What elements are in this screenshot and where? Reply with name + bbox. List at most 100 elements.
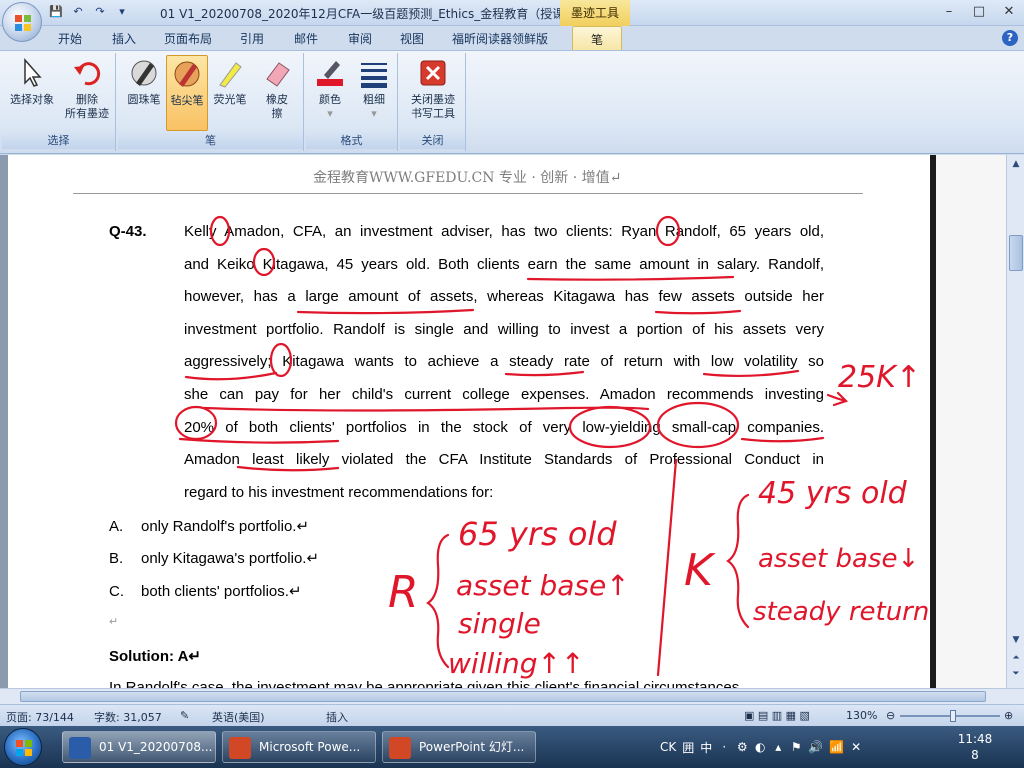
settings-icon[interactable]: ⚙ bbox=[736, 740, 748, 754]
ink-thickness-button[interactable]: 粗细 ▾ bbox=[354, 55, 394, 131]
network-error-icon[interactable]: ✕ bbox=[850, 740, 862, 754]
header-divider bbox=[73, 193, 863, 194]
ink-r-item: single bbox=[458, 607, 541, 640]
group-pens: 圆珠笔 毡尖笔 荧光笔 橡皮 擦 笔 bbox=[118, 53, 304, 151]
felt-tip-pen-button[interactable]: 毡尖笔 bbox=[166, 55, 208, 131]
option-c: C. both clients' portfolios.↵ bbox=[109, 583, 302, 600]
tab-view[interactable]: 视图 bbox=[400, 30, 424, 47]
previous-page-icon[interactable]: ⏶ bbox=[1009, 651, 1023, 665]
minimize-button[interactable]: – bbox=[934, 0, 964, 22]
tab-mailings[interactable]: 邮件 bbox=[294, 30, 318, 47]
ink-underline bbox=[740, 436, 825, 443]
ink-r-item: willing↑↑ bbox=[448, 647, 584, 680]
ink-brace bbox=[426, 533, 450, 669]
ime-language-icon[interactable]: 中 bbox=[700, 739, 712, 756]
page-count[interactable]: 页面: 73/144 bbox=[6, 709, 74, 725]
horizontal-scrollbar[interactable] bbox=[0, 688, 1024, 704]
tab-insert[interactable]: 插入 bbox=[112, 30, 136, 47]
undo-icon[interactable]: ↶ bbox=[70, 4, 86, 20]
ime-icon[interactable]: 囲 bbox=[682, 739, 694, 756]
ballpoint-pen-icon bbox=[131, 60, 157, 86]
office-button[interactable] bbox=[2, 2, 42, 42]
scroll-down-icon[interactable]: ▼ bbox=[1009, 633, 1023, 647]
page-header: 金程教育WWW.GFEDU.CN 专业 · 创新 · 增值↵ bbox=[313, 170, 622, 186]
close-ink-tools-button[interactable]: 关闭墨迹 书写工具 bbox=[404, 55, 462, 131]
tab-references[interactable]: 引用 bbox=[240, 30, 264, 47]
network-icon[interactable]: 📶 bbox=[829, 740, 844, 754]
slideshow-icon bbox=[389, 737, 411, 759]
question-line: regard to his investment recommendations… bbox=[184, 484, 494, 501]
taskbar-powerpoint[interactable]: Microsoft Powe... bbox=[222, 731, 376, 763]
horizontal-scroll-thumb[interactable] bbox=[20, 691, 986, 702]
ballpoint-pen-button[interactable]: 圆珠笔 bbox=[124, 55, 164, 131]
eraser-button[interactable]: 橡皮 擦 bbox=[256, 55, 298, 131]
spellcheck-icon[interactable]: ✎ bbox=[180, 709, 189, 722]
question-line: Amadon least likely violated the CFA Ins… bbox=[184, 451, 824, 468]
clock-time: 11:48 bbox=[957, 732, 993, 746]
keyboard-layout-icon[interactable]: CK bbox=[660, 740, 676, 754]
tab-page-layout[interactable]: 页面布局 bbox=[164, 30, 212, 47]
group-select-label: 选择 bbox=[2, 133, 115, 149]
title-bar: 💾 ↶ ↷ ▾ 01 V1_20200708_2020年12月CFA一级百题预测… bbox=[0, 0, 1024, 26]
word-count[interactable]: 字数: 31,057 bbox=[94, 709, 162, 725]
group-format: 颜色 ▾ 粗细 ▾ 格式 bbox=[306, 53, 398, 151]
ink-r-item: 65 yrs old bbox=[458, 515, 617, 553]
volume-icon[interactable]: 🔊 bbox=[808, 740, 823, 754]
ink-brace bbox=[726, 493, 750, 629]
page-margin bbox=[936, 155, 1006, 688]
app-tray-icon[interactable]: ◐ bbox=[754, 740, 766, 754]
show-hidden-icons[interactable]: ▴ bbox=[772, 740, 784, 754]
view-buttons-icon[interactable]: ▣ ▤ ▥ ▦ ▧ bbox=[744, 709, 810, 722]
ink-underline bbox=[202, 406, 650, 412]
ribbon-tabs: 开始 插入 页面布局 引用 邮件 审阅 视图 福昕阅读器领鲜版 笔 bbox=[0, 26, 1024, 50]
question-line: Kelly Amadon, CFA, an investment adviser… bbox=[184, 223, 824, 240]
start-button[interactable] bbox=[4, 728, 42, 766]
zoom-in-icon[interactable]: ⊕ bbox=[1004, 709, 1013, 722]
ink-underline bbox=[654, 309, 742, 315]
zoom-out-icon[interactable]: ⊖ bbox=[886, 709, 895, 722]
word-doc-icon bbox=[69, 737, 91, 759]
ink-risk-note: 25K↑ bbox=[838, 360, 921, 395]
ink-underline bbox=[504, 370, 585, 377]
solution-heading: Solution: A↵ bbox=[109, 648, 201, 665]
group-close: 关闭墨迹 书写工具 关闭 bbox=[400, 53, 466, 151]
vertical-scroll-thumb[interactable] bbox=[1009, 235, 1023, 271]
group-close-label: 关闭 bbox=[400, 133, 465, 149]
system-tray: CK 囲 中 · ⚙ ◐ ▴ ⚑ 🔊 📶 ✕ bbox=[660, 734, 862, 760]
help-icon[interactable]: ? bbox=[1002, 30, 1018, 46]
redo-icon[interactable]: ↷ bbox=[92, 4, 108, 20]
taskbar-word[interactable]: 01 V1_20200708... bbox=[62, 731, 216, 763]
ink-color-button[interactable]: 颜色 ▾ bbox=[310, 55, 350, 131]
ink-r-letter: R bbox=[388, 567, 419, 618]
close-button[interactable]: ✕ bbox=[994, 0, 1024, 22]
language-indicator[interactable]: 英语(美国) bbox=[212, 709, 265, 725]
tab-pens[interactable]: 笔 bbox=[572, 26, 623, 50]
cursor-arrow-icon bbox=[24, 58, 42, 87]
ink-tools-contextual-tab: 墨迹工具 bbox=[560, 0, 630, 26]
highlighter-button[interactable]: 荧光笔 bbox=[210, 55, 250, 131]
next-page-icon[interactable]: ⏷ bbox=[1009, 667, 1023, 681]
action-center-icon[interactable]: ⚑ bbox=[790, 740, 802, 754]
delete-all-ink-button[interactable]: 删除 所有墨迹 bbox=[60, 55, 114, 131]
tab-foxit[interactable]: 福昕阅读器领鲜版 bbox=[452, 30, 548, 47]
customize-qat-icon[interactable]: ▾ bbox=[114, 4, 130, 20]
undo-ink-icon bbox=[74, 62, 101, 86]
save-icon[interactable]: 💾 bbox=[48, 4, 64, 20]
tab-home[interactable]: 开始 bbox=[58, 30, 82, 47]
document-page[interactable]: 金程教育WWW.GFEDU.CN 专业 · 创新 · 增值↵ Q-43. Kel… bbox=[8, 155, 930, 688]
select-object-button[interactable]: 选择对象 bbox=[6, 55, 58, 131]
tab-review[interactable]: 审阅 bbox=[348, 30, 372, 47]
ink-r-item: asset base↑ bbox=[456, 569, 630, 602]
zoom-level[interactable]: 130% bbox=[846, 709, 877, 722]
maximize-button[interactable]: □ bbox=[964, 0, 994, 22]
insert-mode[interactable]: 插入 bbox=[326, 709, 348, 725]
scroll-up-icon[interactable]: ▲ bbox=[1009, 157, 1023, 171]
zoom-slider-knob[interactable] bbox=[950, 710, 956, 722]
vertical-scrollbar[interactable]: ▲ ▼ ⏶ ⏷ bbox=[1006, 155, 1024, 688]
quick-access-toolbar: 💾 ↶ ↷ ▾ bbox=[48, 4, 130, 20]
punctuation-icon[interactable]: · bbox=[718, 740, 730, 754]
clock[interactable]: 11:48 8 bbox=[950, 731, 1000, 763]
felt-tip-pen-icon bbox=[174, 61, 200, 87]
taskbar-slideshow[interactable]: PowerPoint 幻灯... bbox=[382, 731, 536, 763]
ink-arrow bbox=[826, 391, 849, 407]
